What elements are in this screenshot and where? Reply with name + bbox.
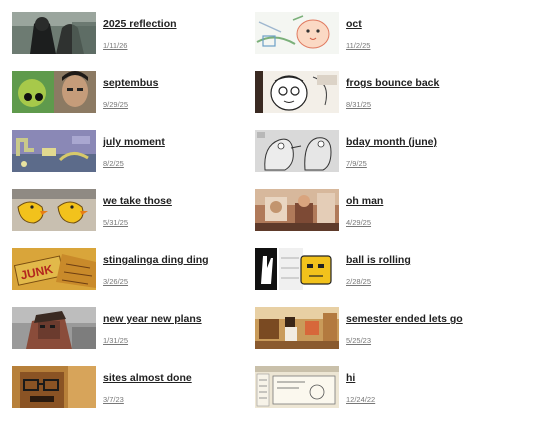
post-title-link[interactable]: semester ended lets go	[346, 313, 463, 326]
post-item: bday month (june) 7/9/25	[255, 130, 498, 189]
post-item: ball is rolling 2/28/25	[255, 248, 498, 307]
post-thumbnail-image[interactable]	[255, 130, 339, 172]
post-item: JUNK stingalinga ding ding 3/26/25	[12, 248, 255, 307]
post-item: frogs bounce back 8/31/25	[255, 71, 498, 130]
post-date[interactable]: 7/9/25	[346, 159, 437, 168]
post-date[interactable]: 5/31/25	[103, 218, 172, 227]
post-title-link[interactable]: ball is rolling	[346, 254, 411, 267]
post-item: hi 12/24/22	[255, 366, 498, 425]
post-item: septembus 9/29/25	[12, 71, 255, 130]
post-item: 2025 reflection 1/11/26	[12, 12, 255, 71]
post-thumbnail-image[interactable]	[12, 71, 96, 113]
post-date[interactable]: 11/2/25	[346, 41, 370, 50]
post-title-link[interactable]: july moment	[103, 136, 165, 149]
post-title-link[interactable]: stingalinga ding ding	[103, 254, 209, 267]
post-date[interactable]: 3/26/25	[103, 277, 209, 286]
post-date[interactable]: 3/7/23	[103, 395, 192, 404]
post-thumbnail-image[interactable]	[12, 12, 96, 54]
post-thumbnail-image[interactable]	[12, 307, 96, 349]
post-date[interactable]: 1/11/26	[103, 41, 177, 50]
post-title-link[interactable]: frogs bounce back	[346, 77, 439, 90]
post-title-link[interactable]: new year new plans	[103, 313, 202, 326]
post-date[interactable]: 5/25/23	[346, 336, 463, 345]
post-item: semester ended lets go 5/25/23	[255, 307, 498, 366]
post-title-link[interactable]: oh man	[346, 195, 383, 208]
post-item: oh man 4/29/25	[255, 189, 498, 248]
post-thumbnail-image[interactable]: JUNK	[12, 248, 96, 290]
post-item: sites almost done 3/7/23	[12, 366, 255, 425]
post-thumbnail-image[interactable]	[255, 71, 339, 113]
post-date[interactable]: 8/2/25	[103, 159, 165, 168]
post-title-link[interactable]: 2025 reflection	[103, 18, 177, 31]
post-title-link[interactable]: bday month (june)	[346, 136, 437, 149]
post-date[interactable]: 9/29/25	[103, 100, 158, 109]
post-item: new year new plans 1/31/25	[12, 307, 255, 366]
post-date[interactable]: 2/28/25	[346, 277, 411, 286]
post-title-link[interactable]: sites almost done	[103, 372, 192, 385]
post-date[interactable]: 12/24/22	[346, 395, 375, 404]
post-thumbnail-image[interactable]	[12, 130, 96, 172]
post-date[interactable]: 8/31/25	[346, 100, 439, 109]
post-grid: 2025 reflection 1/11/26 oct 11/2/25 sept…	[12, 12, 498, 425]
post-item: we take those 5/31/25	[12, 189, 255, 248]
post-thumbnail-image[interactable]	[255, 189, 339, 231]
post-date[interactable]: 4/29/25	[346, 218, 383, 227]
post-title-link[interactable]: we take those	[103, 195, 172, 208]
post-title-link[interactable]: oct	[346, 18, 370, 31]
post-thumbnail-image[interactable]	[12, 366, 96, 408]
post-item: july moment 8/2/25	[12, 130, 255, 189]
post-thumbnail-image[interactable]	[255, 248, 339, 290]
post-thumbnail-image[interactable]	[255, 307, 339, 349]
post-date[interactable]: 1/31/25	[103, 336, 202, 345]
post-thumbnail-image[interactable]	[255, 12, 339, 54]
post-thumbnail-image[interactable]	[255, 366, 339, 408]
post-thumbnail-image[interactable]	[12, 189, 96, 231]
post-item: oct 11/2/25	[255, 12, 498, 71]
post-title-link[interactable]: hi	[346, 372, 375, 385]
post-title-link[interactable]: septembus	[103, 77, 158, 90]
